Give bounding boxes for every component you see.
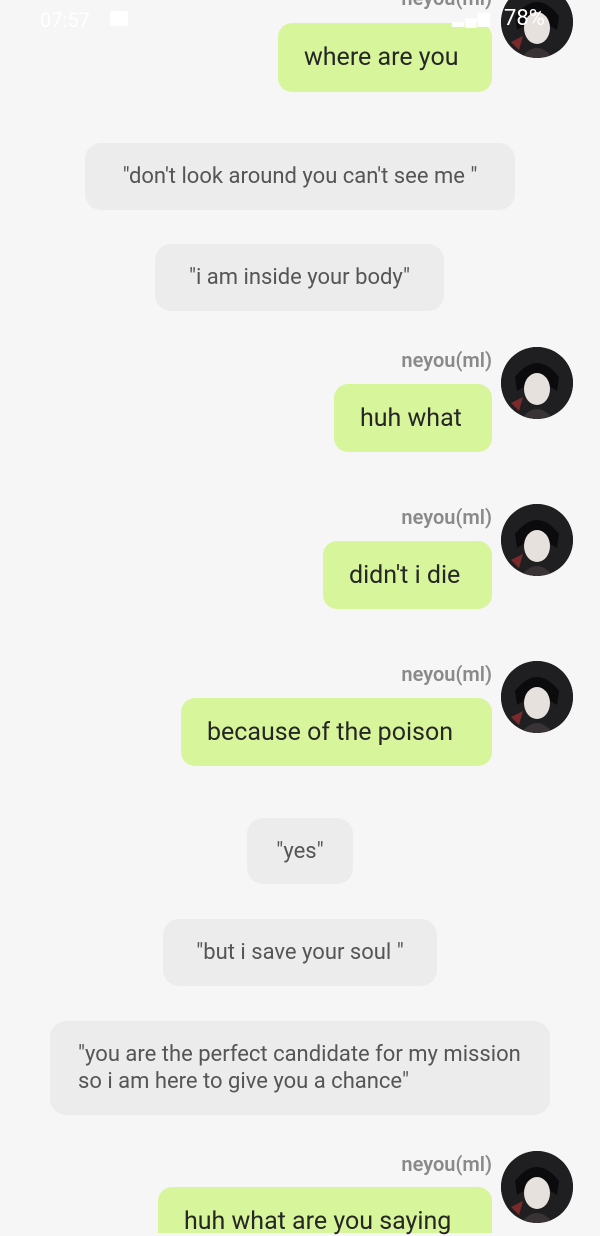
sender-name: neyou(ml) xyxy=(401,0,492,10)
sender-name: neyou(ml) xyxy=(401,662,492,686)
narration-bubble: "yes" xyxy=(247,818,353,884)
avatar[interactable] xyxy=(501,347,573,419)
avatar[interactable] xyxy=(501,504,573,576)
message-bubble: because of the poison xyxy=(181,698,492,766)
message-bubble: where are you xyxy=(278,23,492,92)
narration-bubble: "you are the perfect candidate for my mi… xyxy=(50,1021,550,1115)
gallery-icon xyxy=(110,11,128,26)
message-bubble: huh what are you saying xyxy=(158,1187,492,1236)
status-time: 07:57 xyxy=(40,8,90,32)
sender-name: neyou(ml) xyxy=(401,505,492,529)
message-bubble: huh what xyxy=(334,384,492,452)
message-bubble: didn't i die xyxy=(323,541,492,609)
narration-bubble: "don't look around you can't see me " xyxy=(85,143,515,210)
avatar[interactable] xyxy=(501,661,573,733)
narration-bubble: "i am inside your body" xyxy=(155,244,444,311)
avatar[interactable] xyxy=(501,0,573,58)
sender-name: neyou(ml) xyxy=(401,1152,492,1176)
narration-bubble: "but i save your soul " xyxy=(163,919,437,986)
avatar[interactable] xyxy=(501,1151,573,1223)
sender-name: neyou(ml) xyxy=(401,348,492,372)
